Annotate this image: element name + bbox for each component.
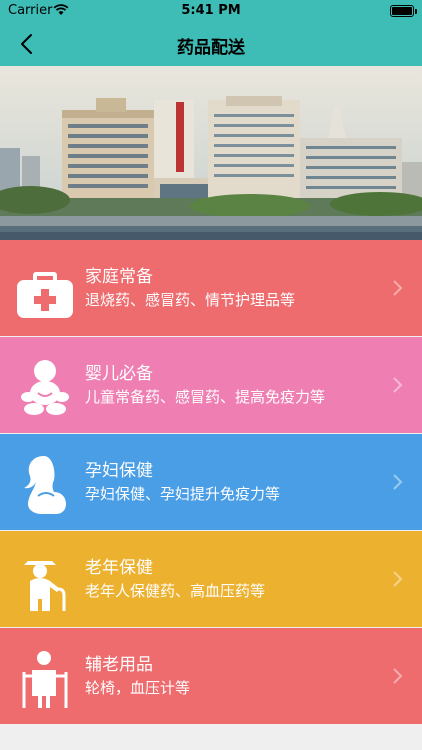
category-title: 辅老用品: [85, 655, 153, 675]
chevron-right-icon: [393, 474, 403, 490]
pregnant-woman-icon: [24, 456, 66, 514]
category-title: 家庭常备: [85, 267, 153, 287]
chevron-right-icon: [393, 668, 403, 684]
walker-icon: [22, 651, 68, 708]
chevron-right-icon: [393, 280, 403, 296]
category-subtitle: 轮椅，血压计等: [85, 679, 191, 697]
battery-icon: [390, 5, 417, 17]
clock: 5:41 PM: [181, 3, 241, 18]
category-subtitle: 退烧药、感冒药、情节护理品等: [85, 291, 296, 309]
status-bar: Carrier 5:41 PM: [0, 0, 422, 22]
category-title: 婴儿必备: [85, 364, 153, 384]
baby-icon: [21, 360, 69, 415]
category-baby-essentials[interactable]: 婴儿必备 儿童常备药、感冒药、提高免疫力等: [0, 337, 422, 433]
category-title: 老年保健: [85, 558, 153, 578]
medical-kit-icon: [17, 272, 73, 318]
elderly-person-icon: [24, 561, 66, 611]
hospital-banner-image: [0, 66, 422, 240]
chevron-right-icon: [393, 571, 403, 587]
navigation-bar: 药品配送: [0, 22, 422, 66]
category-subtitle: 老年人保健药、高血压药等: [85, 582, 266, 600]
category-subtitle: 孕妇保健、孕妇提升免疫力等: [85, 485, 281, 503]
category-aging-aids[interactable]: 辅老用品 轮椅，血压计等: [0, 628, 422, 724]
category-pregnancy-care[interactable]: 孕妇保健 孕妇保健、孕妇提升免疫力等: [0, 434, 422, 530]
chevron-right-icon: [393, 377, 403, 393]
category-elderly-care[interactable]: 老年保健 老年人保健药、高血压药等: [0, 531, 422, 627]
category-title: 孕妇保健: [85, 461, 153, 481]
category-home-essentials[interactable]: 家庭常备 退烧药、感冒药、情节护理品等: [0, 240, 422, 336]
category-subtitle: 儿童常备药、感冒药、提高免疫力等: [85, 388, 326, 406]
page-title: 药品配送: [177, 38, 245, 58]
